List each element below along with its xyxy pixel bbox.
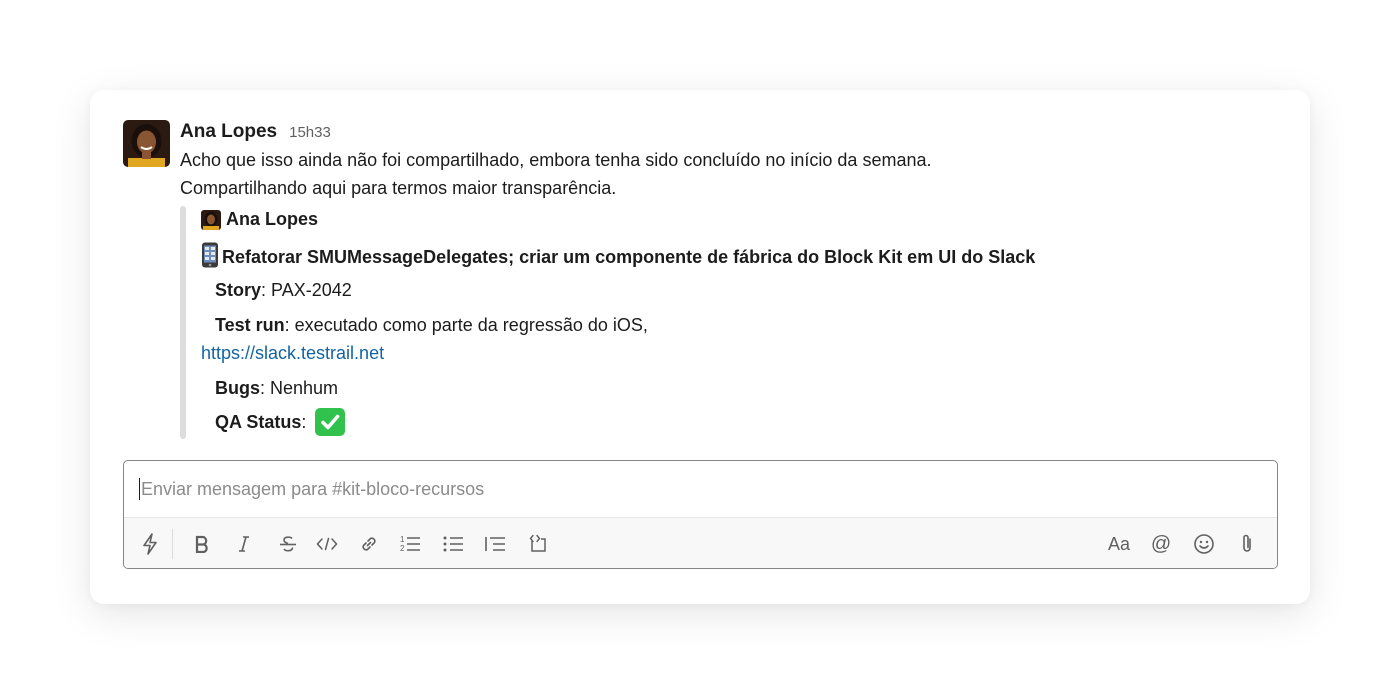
field-bugs-label: Bugs xyxy=(215,378,260,398)
toolbar-divider xyxy=(172,529,173,559)
field-story: Story: PAX-2042 xyxy=(215,280,352,301)
text-caret xyxy=(139,478,140,500)
attachment-title-text: Refatorar SMUMessageDelegates; criar um … xyxy=(222,247,1036,267)
field-test-run-value: : executado como parte da regressão do i… xyxy=(284,315,648,335)
bulleted-list-icon[interactable] xyxy=(440,531,466,557)
attachment-author-avatar xyxy=(201,209,221,230)
attachment-author: Ana Lopes xyxy=(201,209,318,230)
blockquote-icon[interactable] xyxy=(482,531,508,557)
message-header: Ana Lopes 15h33 xyxy=(180,121,331,143)
field-bugs: Bugs: Nenhum xyxy=(215,378,338,399)
message-input-placeholder: Enviar mensagem para #kit-bloco-recursos xyxy=(141,478,485,499)
mobile-phone-icon xyxy=(201,242,219,273)
message-text-line-1: Acho que isso ainda não foi compartilhad… xyxy=(180,150,932,170)
svg-text:2: 2 xyxy=(400,544,405,553)
message-card: Ana Lopes 15h33 Acho que isso ainda não … xyxy=(90,90,1310,604)
check-mark-icon xyxy=(315,408,346,436)
field-story-label: Story xyxy=(215,280,262,300)
shortcuts-lightning-icon[interactable] xyxy=(137,531,163,557)
attachment-title[interactable]: Refatorar SMUMessageDelegates; criar um … xyxy=(201,242,1035,273)
field-test-run: Test run: executado como parte da regres… xyxy=(215,315,648,336)
ordered-list-icon[interactable]: 12 xyxy=(397,531,423,557)
author-name[interactable]: Ana Lopes xyxy=(180,121,277,143)
attachment-author-name: Ana Lopes xyxy=(226,209,319,229)
italic-icon[interactable] xyxy=(231,531,257,557)
field-qa-status-value: : xyxy=(301,411,307,432)
svg-text:1: 1 xyxy=(400,535,405,544)
message-input[interactable]: Enviar mensagem para #kit-bloco-recursos xyxy=(124,461,1277,517)
link-icon[interactable] xyxy=(356,531,382,557)
bold-icon[interactable] xyxy=(189,531,215,557)
field-qa-status: QA Status: xyxy=(215,408,346,436)
field-story-value: : PAX-2042 xyxy=(261,280,352,300)
format-toggle-button[interactable]: Aa xyxy=(1104,531,1134,557)
strikethrough-icon[interactable] xyxy=(275,531,301,557)
emoji-icon[interactable] xyxy=(1191,531,1217,557)
code-block-icon[interactable] xyxy=(525,531,551,557)
message-text-line-2: Compartilhando aqui para termos maior tr… xyxy=(180,178,617,198)
formatting-toolbar: 12 Aa @ xyxy=(124,517,1277,568)
field-test-run-label: Test run xyxy=(215,315,285,335)
attachment-quote-bar xyxy=(180,206,186,439)
mention-button[interactable]: @ xyxy=(1148,531,1174,557)
attachment-paperclip-icon[interactable] xyxy=(1234,531,1260,557)
testrail-link[interactable]: https://slack.testrail.net xyxy=(201,343,384,364)
code-icon[interactable] xyxy=(314,531,340,557)
author-avatar[interactable] xyxy=(123,120,170,167)
message-composer: Enviar mensagem para #kit-bloco-recursos xyxy=(123,460,1278,569)
field-qa-status-label: QA Status xyxy=(215,411,302,432)
message-timestamp[interactable]: 15h33 xyxy=(289,124,331,141)
field-bugs-value: : Nenhum xyxy=(260,378,339,398)
